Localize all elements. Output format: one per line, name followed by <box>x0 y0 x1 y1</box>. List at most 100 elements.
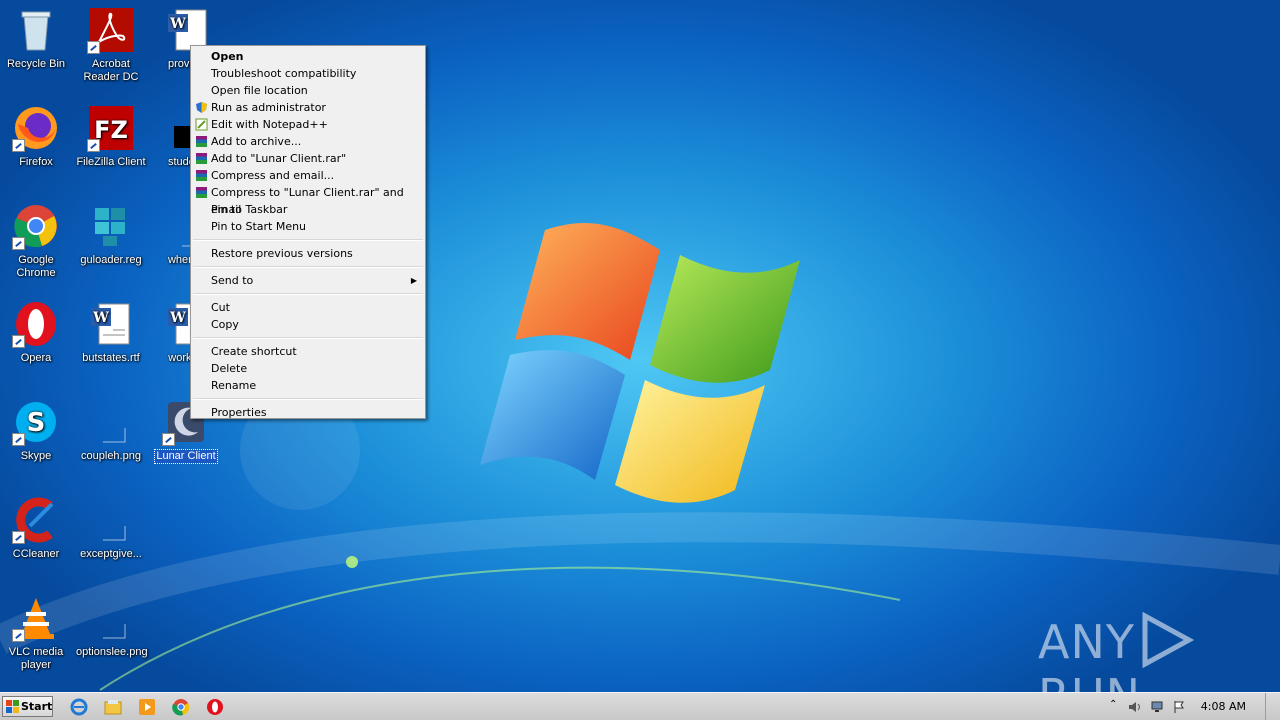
winrar-icon <box>196 187 207 198</box>
registry-file-icon <box>87 202 135 250</box>
svg-text:W: W <box>92 310 109 326</box>
desktop-icon-guloader-reg[interactable]: guloader.reg <box>75 202 147 267</box>
skype-icon: S <box>12 398 60 446</box>
menu-item-add-to-rar[interactable]: Add to "Lunar Client.rar" <box>191 150 425 167</box>
menu-item-label: Cut <box>211 301 230 314</box>
shortcut-arrow-icon <box>87 41 100 54</box>
desktop-icon-label: guloader.reg <box>80 254 142 266</box>
file-explorer-icon[interactable] <box>104 698 122 716</box>
shortcut-arrow-icon <box>12 237 25 250</box>
menu-item-label: Delete <box>211 362 248 375</box>
desktop-icon-label: Lunar Client <box>154 449 218 464</box>
desktop-icon-label: Acrobat Reader DC <box>83 58 139 83</box>
menu-separator <box>193 398 423 400</box>
chrome-icon[interactable] <box>172 698 190 716</box>
desktop-icon-ccleaner[interactable]: CCleaner <box>0 496 72 561</box>
submenu-arrow-icon: ▶ <box>410 276 417 285</box>
menu-item-label: Pin to Taskbar <box>211 203 288 216</box>
desktop-icon-filezilla[interactable]: FZ FileZilla Client <box>75 104 147 169</box>
windows-logo-wallpaper <box>480 222 800 503</box>
menu-item-troubleshoot-compatibility[interactable]: Troubleshoot compatibility <box>191 65 425 82</box>
desktop-icon-google-chrome[interactable]: Google Chrome <box>0 202 72 280</box>
desktop-icon-optionslee-png[interactable]: optionslee.png <box>75 594 148 659</box>
show-hidden-icons-chevron-icon[interactable]: ⌃ <box>1109 699 1123 713</box>
desktop-icon-label: exceptgive... <box>80 548 142 560</box>
menu-item-cut[interactable]: Cut <box>191 299 425 316</box>
menu-item-rename[interactable]: Rename <box>191 377 425 394</box>
volume-icon[interactable] <box>1128 700 1142 714</box>
opera-icon[interactable] <box>206 698 224 716</box>
winrar-icon <box>196 153 207 164</box>
menu-item-run-as-administrator[interactable]: Run as administrator <box>191 99 425 116</box>
desktop-icon-label: Firefox <box>19 156 53 168</box>
shortcut-arrow-icon <box>162 433 175 446</box>
winrar-icon <box>196 170 207 181</box>
desktop-icon-coupleh-png[interactable]: coupleh.png <box>75 398 147 463</box>
menu-separator <box>193 337 423 339</box>
desktop-icon-label: Opera <box>20 352 52 364</box>
menu-item-open[interactable]: Open <box>191 48 425 65</box>
menu-item-copy[interactable]: Copy <box>191 316 425 333</box>
menu-item-label: Create shortcut <box>211 345 297 358</box>
ccleaner-icon <box>12 496 60 544</box>
menu-item-properties[interactable]: Properties <box>191 404 425 421</box>
desktop-icon-label: VLC media player <box>8 646 64 671</box>
action-center-flag-icon[interactable] <box>1172 700 1186 714</box>
svg-text:S: S <box>27 408 46 438</box>
play-icon <box>1142 612 1195 668</box>
firefox-icon <box>12 104 60 152</box>
network-icon[interactable] <box>1150 700 1164 714</box>
menu-item-delete[interactable]: Delete <box>191 360 425 377</box>
recycle-bin-icon <box>12 6 60 54</box>
internet-explorer-icon[interactable] <box>70 698 88 716</box>
menu-item-open-file-location[interactable]: Open file location <box>191 82 425 99</box>
desktop-icon-vlc[interactable]: VLC media player <box>0 594 72 672</box>
desktop[interactable]: Recycle Bin Firefox Google Chrome Opera … <box>0 0 1280 692</box>
menu-item-restore-previous-versions[interactable]: Restore previous versions <box>191 245 425 262</box>
menu-item-edit-with-notepadpp[interactable]: Edit with Notepad++ <box>191 116 425 133</box>
anyrun-watermark: ANYRUN <box>1038 612 1280 692</box>
desktop-icon-exceptgive[interactable]: exceptgive... <box>75 496 147 561</box>
desktop-icon-label: CCleaner <box>12 548 60 560</box>
menu-item-create-shortcut[interactable]: Create shortcut <box>191 343 425 360</box>
media-player-icon[interactable] <box>138 698 156 716</box>
menu-item-label: Properties <box>211 406 267 419</box>
desktop-icon-recycle-bin[interactable]: Recycle Bin <box>0 6 72 71</box>
filezilla-icon: FZ <box>87 104 135 152</box>
acrobat-icon <box>87 6 135 54</box>
menu-item-compress-to-rar-and-email[interactable]: Compress to "Lunar Client.rar" and email <box>191 184 425 216</box>
shortcut-arrow-icon <box>87 139 100 152</box>
menu-item-add-to-archive[interactable]: Add to archive... <box>191 133 425 150</box>
desktop-icon-label: butstates.rtf <box>82 352 140 364</box>
menu-item-compress-and-email[interactable]: Compress and email... <box>191 167 425 184</box>
menu-item-send-to[interactable]: Send to ▶ <box>191 272 425 289</box>
word-document-icon: W <box>87 300 135 348</box>
desktop-icon-opera[interactable]: Opera <box>0 300 72 365</box>
menu-item-label: Restore previous versions <box>211 247 353 260</box>
menu-item-label: Run as administrator <box>211 101 326 114</box>
opera-icon <box>12 300 60 348</box>
menu-separator <box>193 293 423 295</box>
desktop-icon-acrobat-reader[interactable]: Acrobat Reader DC <box>75 6 147 84</box>
image-file-icon <box>87 398 135 446</box>
clock[interactable]: 4:08 AM <box>1201 700 1246 713</box>
menu-item-label: Rename <box>211 379 257 392</box>
desktop-icon-label: optionslee.png <box>76 646 148 658</box>
menu-item-label: Pin to Start Menu <box>211 220 307 233</box>
uac-shield-icon <box>196 102 207 113</box>
desktop-icon-skype[interactable]: S Skype <box>0 398 72 463</box>
desktop-icon-firefox[interactable]: Firefox <box>0 104 72 169</box>
svg-text:W: W <box>169 310 186 326</box>
menu-item-pin-to-taskbar[interactable]: Pin to Taskbar <box>191 201 425 218</box>
desktop-icon-butstates-rtf[interactable]: W butstates.rtf <box>75 300 147 365</box>
shortcut-arrow-icon <box>12 433 25 446</box>
menu-item-pin-to-start-menu[interactable]: Pin to Start Menu <box>191 218 425 235</box>
menu-item-label: Troubleshoot compatibility <box>211 67 357 80</box>
show-desktop-button[interactable] <box>1265 693 1280 720</box>
menu-item-label: Send to <box>211 274 254 287</box>
menu-item-label: Compress and email... <box>211 169 335 182</box>
shortcut-arrow-icon <box>12 139 25 152</box>
desktop-icon-label: Recycle Bin <box>6 58 66 70</box>
start-button[interactable]: Start <box>2 696 53 717</box>
taskbar: Start ⌃ 4:08 AM <box>0 692 1280 720</box>
